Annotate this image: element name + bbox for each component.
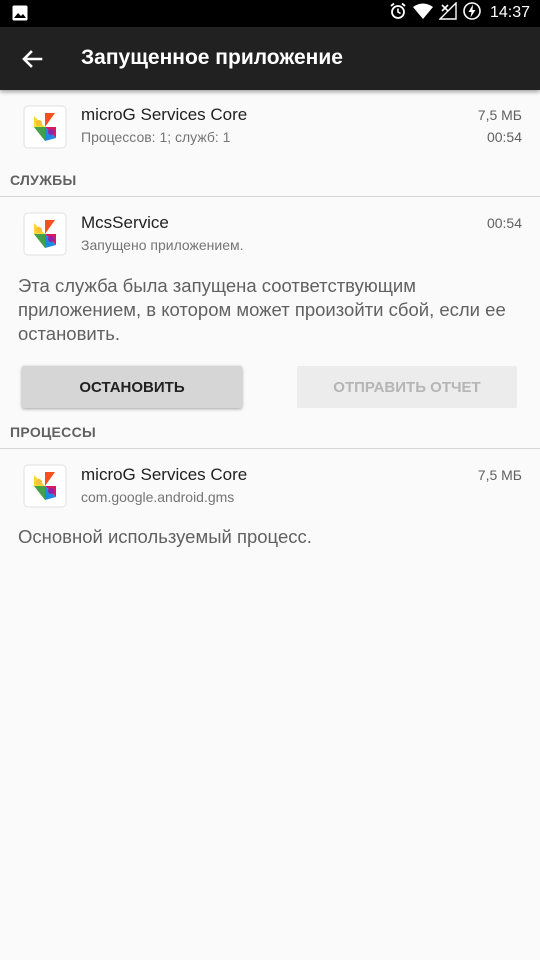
process-package: com.google.android.gms — [81, 489, 235, 505]
no-signal-icon — [438, 0, 457, 25]
microg-app-icon — [23, 212, 67, 256]
processes-header: ПРОЦЕССЫ — [10, 424, 96, 440]
process-row: microG Services Core com.google.android.… — [0, 451, 540, 513]
service-description: Эта служба была запущена соответствующим… — [18, 275, 506, 344]
microg-app-icon — [23, 105, 67, 149]
app-summary: Процессов: 1; служб: 1 — [81, 129, 231, 145]
status-bar: 14:37 — [0, 0, 540, 27]
send-report-button[interactable]: ОТПРАВИТЬ ОТЧЕТ — [297, 366, 517, 408]
service-name: McsService — [81, 213, 169, 232]
service-row[interactable]: McsService Запущено приложением. 00:54 — [0, 199, 540, 261]
microg-app-icon — [23, 464, 67, 508]
service-time: 00:54 — [486, 215, 522, 231]
service-status: Запущено приложением. — [81, 237, 244, 253]
process-name: microG Services Core — [81, 465, 248, 484]
stop-button[interactable]: ОСТАНОВИТЬ — [22, 366, 242, 408]
alarm-icon — [389, 2, 407, 25]
app-summary-row: microG Services Core Процессов: 1; служб… — [0, 91, 540, 161]
toolbar: Запущенное приложение — [0, 27, 540, 90]
services-divider — [0, 196, 540, 197]
services-header: СЛУЖБЫ — [10, 172, 77, 188]
app-name: microG Services Core — [81, 105, 248, 124]
app-size: 7,5 МБ — [477, 107, 522, 123]
process-description: Основной используемый процесс. — [18, 526, 312, 547]
process-size: 7,5 МБ — [477, 467, 522, 483]
processes-divider — [0, 448, 540, 449]
image-icon — [12, 5, 28, 26]
page-title: Запущенное приложение — [81, 46, 343, 69]
arrow-back-icon[interactable] — [16, 43, 48, 75]
status-time: 14:37 — [489, 4, 530, 21]
wifi-icon — [412, 3, 433, 24]
app-time: 00:54 — [486, 129, 522, 145]
battery-charging-icon — [463, 1, 481, 25]
